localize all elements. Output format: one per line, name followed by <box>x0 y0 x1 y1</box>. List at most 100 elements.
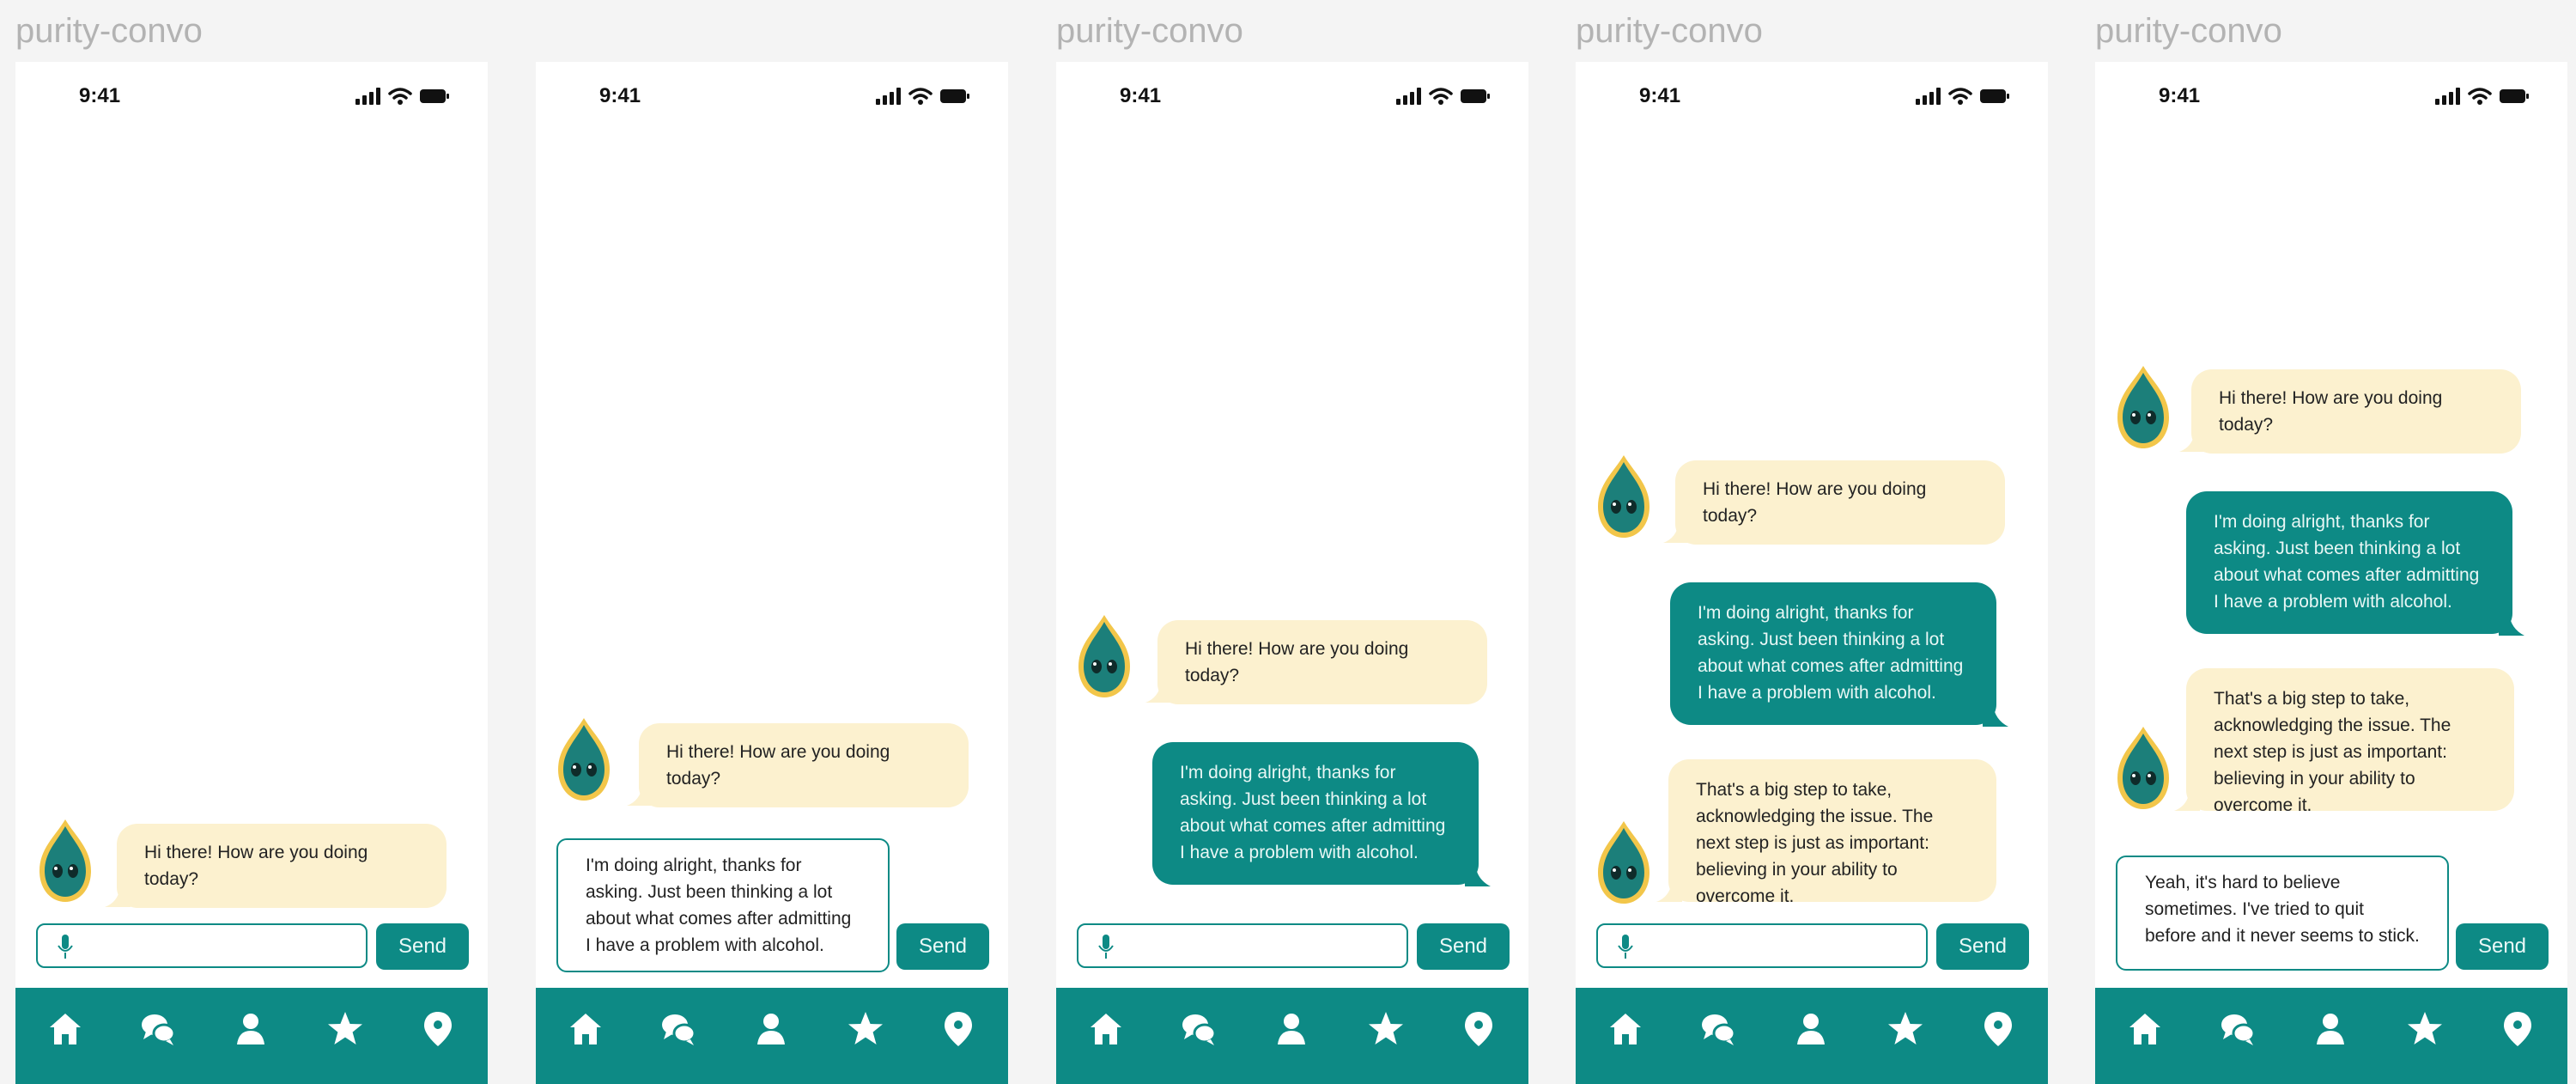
draft-message-field[interactable]: I'm doing alright, thanks for asking. Ju… <box>556 838 890 972</box>
status-bar: 9:41 <box>1056 62 1528 131</box>
battery-icon <box>940 89 969 103</box>
status-icons <box>1916 86 2010 107</box>
home-icon[interactable] <box>1607 1010 1644 1048</box>
bot-message-bubble: Hi there! How are you doing today? <box>2191 369 2521 454</box>
phone-screen-4: 9:41 Hi there! How are you doing today? … <box>1576 62 2048 1084</box>
wifi-icon <box>388 88 412 105</box>
signal-icon <box>355 88 380 105</box>
purity-avatar-icon <box>558 718 610 801</box>
purity-avatar-icon <box>2117 366 2169 448</box>
bot-message-bubble: That's a big step to take, acknowledging… <box>1668 759 1996 906</box>
bubble-tail <box>627 785 653 806</box>
bubble-tail <box>2499 613 2524 636</box>
frame-label: purity-convo <box>1576 12 1763 50</box>
star-icon[interactable] <box>2406 1010 2444 1048</box>
signal-icon <box>876 88 901 105</box>
status-bar: 9:41 <box>536 62 1008 131</box>
status-time: 9:41 <box>79 84 121 107</box>
location-pin-icon[interactable] <box>1460 1010 1498 1048</box>
status-time: 9:41 <box>599 84 641 107</box>
location-pin-icon[interactable] <box>2499 1010 2537 1048</box>
purity-avatar-icon <box>39 819 91 902</box>
microphone-icon[interactable] <box>1617 934 1634 959</box>
status-bar: 9:41 <box>2095 62 2567 131</box>
star-icon[interactable] <box>847 1010 884 1048</box>
purity-avatar-icon <box>1598 455 1649 538</box>
bubble-tail <box>2174 790 2200 811</box>
bottom-nav-bar <box>15 988 488 1084</box>
chat-icon[interactable] <box>139 1010 177 1048</box>
status-bar: 9:41 <box>15 62 488 131</box>
profile-icon[interactable] <box>1792 1010 1830 1048</box>
send-button[interactable]: Send <box>1936 923 2029 970</box>
location-pin-icon[interactable] <box>939 1010 977 1048</box>
phone-screen-5: 9:41 Hi there! How are you doing today? … <box>2095 62 2567 1084</box>
phone-screen-2: 9:41 Hi there! How are you doing today? … <box>536 62 1008 1084</box>
bubble-tail <box>1663 522 1689 543</box>
bubble-tail <box>1465 864 1491 886</box>
send-button[interactable]: Send <box>896 923 989 970</box>
home-icon[interactable] <box>46 1010 84 1048</box>
microphone-icon[interactable] <box>1097 934 1115 959</box>
send-button[interactable]: Send <box>376 923 469 970</box>
microphone-icon[interactable] <box>57 934 74 959</box>
message-input[interactable] <box>1596 923 1928 968</box>
send-button[interactable]: Send <box>2456 923 2549 970</box>
message-input[interactable] <box>36 923 368 968</box>
bottom-nav-bar <box>2095 988 2567 1084</box>
profile-icon[interactable] <box>752 1010 790 1048</box>
bubble-tail <box>105 886 131 907</box>
wifi-icon <box>1429 88 1453 105</box>
purity-avatar-icon <box>1078 615 1130 697</box>
phone-screen-1: 9:41 Hi there! How are you doing today? … <box>15 62 488 1084</box>
wifi-icon <box>1948 88 1972 105</box>
location-pin-icon[interactable] <box>1979 1010 2017 1048</box>
signal-icon <box>2435 88 2460 105</box>
home-icon[interactable] <box>1087 1010 1125 1048</box>
bubble-tail <box>1145 682 1171 703</box>
status-time: 9:41 <box>1120 84 1162 107</box>
bubble-tail <box>1656 881 1682 902</box>
message-input[interactable] <box>1077 923 1408 968</box>
user-message-bubble: I'm doing alright, thanks for asking. Ju… <box>1670 582 1996 725</box>
chat-icon[interactable] <box>1699 1010 1737 1048</box>
status-icons <box>2435 86 2530 107</box>
bottom-nav-bar <box>1576 988 2048 1084</box>
draft-message-field[interactable]: Yeah, it's hard to believe sometimes. I'… <box>2116 856 2449 971</box>
profile-icon[interactable] <box>2312 1010 2349 1048</box>
battery-icon <box>2500 89 2529 103</box>
signal-icon <box>1916 88 1941 105</box>
bubble-tail <box>2179 431 2205 452</box>
bot-message-bubble: That's a big step to take, acknowledging… <box>2186 668 2514 815</box>
frame-label: purity-convo <box>2095 12 2282 50</box>
home-icon[interactable] <box>567 1010 605 1048</box>
star-icon[interactable] <box>326 1010 364 1048</box>
chat-icon[interactable] <box>2219 1010 2257 1048</box>
bottom-nav-bar <box>1056 988 1528 1084</box>
status-icons <box>1396 86 1491 107</box>
status-bar: 9:41 <box>1576 62 2048 131</box>
user-message-bubble: I'm doing alright, thanks for asking. Ju… <box>1152 742 1479 885</box>
purity-avatar-icon <box>2117 727 2169 809</box>
home-icon[interactable] <box>2126 1010 2164 1048</box>
star-icon[interactable] <box>1367 1010 1405 1048</box>
battery-icon <box>420 89 449 103</box>
wifi-icon <box>2468 88 2492 105</box>
location-pin-icon[interactable] <box>419 1010 457 1048</box>
battery-icon <box>1461 89 1490 103</box>
send-button[interactable]: Send <box>1417 923 1510 970</box>
battery-icon <box>1980 89 2009 103</box>
bot-message-bubble: Hi there! How are you doing today? <box>1675 460 2005 545</box>
chat-icon[interactable] <box>659 1010 697 1048</box>
bottom-nav-bar <box>536 988 1008 1084</box>
star-icon[interactable] <box>1886 1010 1924 1048</box>
profile-icon[interactable] <box>232 1010 270 1048</box>
phone-screen-3: 9:41 Hi there! How are you doing today? … <box>1056 62 1528 1084</box>
signal-icon <box>1396 88 1421 105</box>
profile-icon[interactable] <box>1273 1010 1310 1048</box>
frame-label: purity-convo <box>15 12 203 50</box>
user-message-bubble: I'm doing alright, thanks for asking. Ju… <box>2186 491 2512 634</box>
chat-icon[interactable] <box>1180 1010 1218 1048</box>
status-time: 9:41 <box>1639 84 1681 107</box>
bot-message-bubble: Hi there! How are you doing today? <box>1157 620 1487 704</box>
